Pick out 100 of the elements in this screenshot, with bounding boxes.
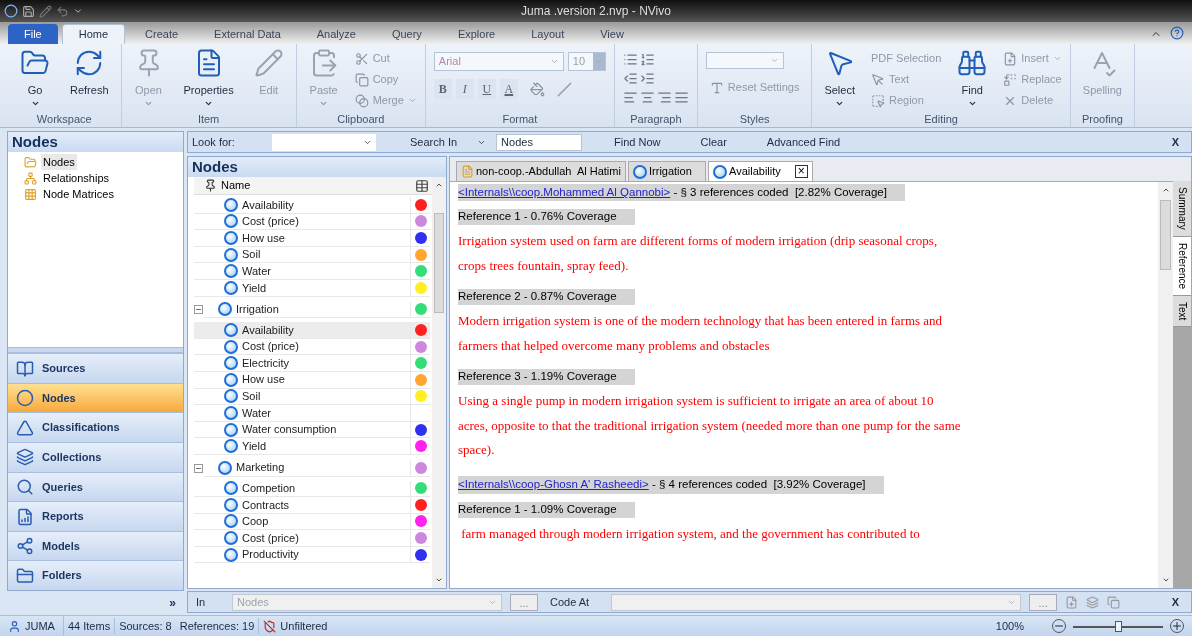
group-label: Item	[196, 112, 221, 127]
node-name: Soil	[242, 389, 261, 405]
node-name: Cost (price)	[242, 214, 299, 230]
node-name: Marketing	[236, 460, 285, 476]
ribbon-button[interactable]: Go	[12, 44, 58, 110]
document-tab[interactable]: non-coop.-Abdullah Al Hatimi	[456, 161, 626, 181]
nav-button[interactable]: Collections	[8, 442, 183, 472]
node-name: How use	[242, 372, 285, 388]
nav-button[interactable]: Classifications	[8, 412, 183, 443]
side-tab[interactable]: Summary	[1173, 181, 1191, 237]
node-row[interactable]: Cost (price)	[194, 530, 430, 547]
ribbon-tab[interactable]: Home	[61, 24, 126, 44]
node-name: Availability	[242, 197, 294, 213]
node-name: Water	[242, 263, 271, 279]
ribbon-button[interactable]: Find	[949, 44, 996, 110]
ribbon-tab[interactable]: File	[8, 24, 58, 44]
coverage-summary: - § 3 references coded [2.82% Coverage]	[672, 184, 887, 200]
reference-heading: Reference 1 - 0.76% Coverage	[458, 209, 635, 225]
ribbon-button[interactable]: Properties	[175, 44, 242, 110]
source-link[interactable]: <Internals\\coop.Mohammed Al Qannobi>	[458, 183, 671, 202]
node-row[interactable]: Yield	[194, 438, 430, 455]
format-button[interactable]: A	[499, 79, 518, 99]
group-label: Format	[501, 112, 539, 127]
node-row[interactable]: Marketing	[204, 459, 430, 477]
tree-item[interactable]: Nodes	[41, 153, 77, 171]
tree-item[interactable]: Node Matrices	[41, 185, 116, 203]
node-name: Cost (price)	[242, 339, 299, 355]
node-name: Contracts	[242, 497, 290, 513]
format-button[interactable]: U	[477, 79, 496, 99]
reference-count: References: 19	[175, 617, 260, 635]
node-name: Water	[242, 405, 271, 421]
node-name: Yield	[242, 438, 267, 454]
node-row[interactable]: How use	[194, 230, 430, 247]
nav-button[interactable]: Sources	[8, 353, 183, 383]
item-count: 44 Items	[63, 617, 116, 635]
node-row[interactable]: Contracts	[194, 497, 430, 514]
node-name: Soil	[242, 247, 261, 263]
document-tab[interactable]: Availability ×	[708, 161, 813, 181]
group-label: Clipboard	[336, 112, 386, 127]
coded-text: farm managed through modern irrigation system, and the government has contributed to	[460, 524, 921, 543]
ribbon-tab[interactable]: Create	[129, 24, 195, 44]
node-row[interactable]: Availability	[194, 197, 430, 214]
reference-heading: Reference 3 - 1.19% Coverage	[458, 369, 635, 385]
node-name: How use	[242, 230, 285, 246]
close-button[interactable]: X	[1163, 593, 1187, 611]
group-label: Editing	[923, 112, 959, 127]
ribbon-tab[interactable]: Query	[375, 24, 438, 44]
node-name: Water consumption	[242, 422, 337, 438]
ribbon-tab[interactable]: Explore	[441, 24, 512, 44]
node-row[interactable]: Electricity	[194, 355, 430, 372]
format-button[interactable]: I	[455, 79, 474, 99]
group-label: Proofing	[1080, 112, 1124, 127]
reference-heading: Reference 2 - 0.87% Coverage	[458, 289, 635, 305]
coded-text: Using a single pump in modern irrigation system is sufficient to irrigate an area of about 10 acres, opposite to that the traditional irrigation system (needed more than one pump for the same space).	[458, 392, 962, 459]
node-row[interactable]: Availability	[194, 322, 430, 339]
nav-button[interactable]: Reports	[8, 501, 183, 531]
in-label: In	[196, 594, 207, 610]
expand-button[interactable]: »	[169, 594, 176, 612]
node-name: Irrigation	[236, 302, 279, 318]
node-name: Availability	[242, 322, 294, 338]
ribbon-tab[interactable]: Layout	[515, 24, 581, 44]
node-row[interactable]: Water	[194, 263, 430, 280]
ribbon-button[interactable]: Select	[816, 44, 863, 110]
node-row[interactable]: Water	[194, 405, 430, 422]
filter-status: Unfiltered	[280, 618, 328, 634]
group-label: Styles	[738, 112, 771, 127]
side-tab[interactable]: Reference	[1173, 236, 1191, 296]
nav-button[interactable]: Models	[8, 530, 183, 561]
document-tab[interactable]: Irrigation	[628, 161, 706, 181]
node-name: Yield	[242, 280, 267, 296]
nav-button[interactable]: Folders	[8, 560, 183, 590]
node-name: Electricity	[242, 355, 290, 371]
node-row[interactable]: Competion	[194, 480, 430, 498]
nav-button[interactable]: Nodes	[8, 382, 183, 413]
coded-text: Modern irrigation system is one of the modern technology that has been entered in farms and farmers that helped overcome many problems and obstacles	[458, 312, 944, 355]
zoom-level: 100%	[995, 618, 1024, 634]
ribbon-button[interactable]: Refresh	[62, 44, 117, 110]
ribbon-tab[interactable]: External Data	[198, 24, 297, 44]
tree-item[interactable]: Relationships	[41, 169, 112, 187]
close-icon[interactable]: ×	[794, 165, 808, 178]
group-label: Workspace	[35, 112, 93, 127]
node-name: Coop	[242, 514, 269, 530]
side-tab[interactable]: Text	[1173, 295, 1191, 328]
reference-heading: Reference 1 - 1.09% Coverage	[458, 501, 635, 518]
source-count: Sources: 8	[118, 618, 173, 634]
user-name: JUMA	[25, 618, 55, 634]
group-label: Paragraph	[629, 112, 683, 127]
source-link[interactable]: <Internals\\coop-Ghosn A' Rasheedi>	[458, 476, 649, 494]
format-button[interactable]: B	[433, 79, 452, 99]
coverage-summary: - § 4 references coded [3.92% Coverage]	[651, 477, 866, 493]
window-title: Juma .version 2.nvp - NVivo	[521, 3, 671, 20]
panel-header: Nodes	[188, 157, 446, 177]
node-row[interactable]: Irrigation	[204, 301, 430, 319]
panel-header: Nodes	[8, 132, 183, 152]
node-name: Productivity	[242, 547, 299, 563]
ribbon-tab[interactable]: View	[584, 24, 640, 44]
node-name: Cost (price)	[242, 530, 299, 546]
ribbon-tab[interactable]: Analyze	[300, 24, 372, 44]
nav-button[interactable]: Queries	[8, 471, 183, 502]
coded-text: Irrigation system used on farm are different forms of modern irrigation (drip seasonal crops, crops trees fountain, spray feed).	[458, 232, 939, 275]
